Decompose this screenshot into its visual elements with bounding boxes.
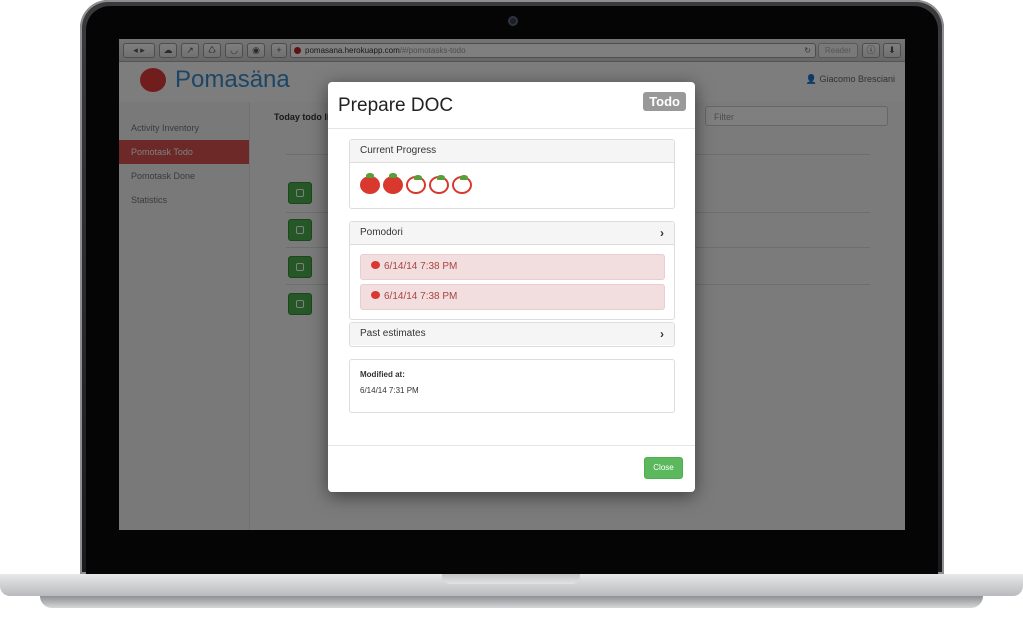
progress-panel: Current Progress bbox=[349, 139, 675, 209]
pomodori-header[interactable]: Pomodori › bbox=[350, 222, 674, 245]
browser-window: ◂ ▸ ☁ ↗ ♺ ◡ ◉ + pomasana.herokuapp.com/#… bbox=[119, 39, 905, 530]
past-estimates-heading: Past estimates bbox=[360, 328, 426, 339]
tomato-icon bbox=[371, 261, 380, 269]
progress-heading: Current Progress bbox=[350, 140, 674, 163]
laptop-notch bbox=[442, 574, 580, 584]
tomato-icon bbox=[371, 291, 380, 299]
leaf-icon bbox=[460, 175, 468, 180]
past-estimates-header[interactable]: Past estimates › bbox=[350, 323, 674, 345]
pomodori-heading: Pomodori bbox=[360, 227, 403, 238]
laptop-base-bottom bbox=[40, 596, 983, 608]
pomodoro-entry: 6/14/14 7:38 PM bbox=[360, 284, 665, 310]
progress-tomatoes bbox=[360, 173, 475, 196]
pomodoro-time: 6/14/14 7:38 PM bbox=[384, 261, 458, 272]
pomodoro-entry: 6/14/14 7:38 PM bbox=[360, 254, 665, 280]
camera-icon bbox=[508, 16, 518, 26]
leaf-icon bbox=[366, 173, 374, 178]
pomodori-panel: Pomodori › 6/14/14 7:38 PM 6/14/14 7:38 … bbox=[349, 221, 675, 320]
modified-label: Modified at: bbox=[360, 370, 405, 379]
tomato-full-icon bbox=[383, 173, 403, 194]
modified-value: 6/14/14 7:31 PM bbox=[360, 386, 419, 395]
pomodoro-time: 6/14/14 7:38 PM bbox=[384, 291, 458, 302]
chevron-right-icon: › bbox=[660, 327, 664, 341]
leaf-icon bbox=[437, 175, 445, 180]
tomato-empty-icon bbox=[406, 175, 426, 194]
leaf-icon bbox=[389, 173, 397, 178]
past-estimates-panel[interactable]: Past estimates › bbox=[349, 322, 675, 347]
tomato-full-icon bbox=[360, 173, 380, 194]
leaf-icon bbox=[414, 175, 422, 180]
modal-footer-divider bbox=[328, 445, 695, 446]
modal-title: Prepare DOC bbox=[338, 95, 454, 116]
modal-divider bbox=[328, 128, 695, 129]
status-badge: Todo bbox=[643, 92, 686, 111]
chevron-right-icon: › bbox=[660, 226, 664, 240]
task-modal: Prepare DOC Todo Current Progress Pomodo… bbox=[328, 82, 695, 492]
tomato-empty-icon bbox=[452, 175, 472, 194]
tomato-empty-icon bbox=[429, 175, 449, 194]
modified-panel: Modified at: 6/14/14 7:31 PM bbox=[349, 359, 675, 413]
close-button[interactable]: Close bbox=[644, 457, 683, 479]
